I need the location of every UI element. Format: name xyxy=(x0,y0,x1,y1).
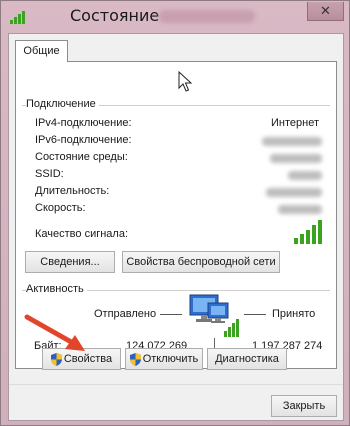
ssid-label: SSID: xyxy=(35,168,64,180)
sent-label: Отправлено xyxy=(94,308,157,320)
blurred-connection-name xyxy=(159,10,255,23)
wireless-properties-button[interactable]: Свойства беспроводной сети xyxy=(122,251,280,273)
media-state-label: Состояние среды: xyxy=(35,151,128,163)
network-computers-icon xyxy=(189,294,239,337)
details-button[interactable]: Сведения... xyxy=(25,251,115,273)
duration-label: Длительность: xyxy=(35,185,110,197)
ssid-value-blurred xyxy=(288,171,322,180)
diagnose-button[interactable]: Диагностика xyxy=(207,348,287,370)
connection-section-title: Подключение xyxy=(26,98,99,110)
title-close-button[interactable]: ✕ xyxy=(307,2,344,21)
signal-strength-icon xyxy=(294,220,322,244)
uac-shield-icon xyxy=(129,352,141,366)
received-line xyxy=(244,314,266,315)
disable-button[interactable]: Отключить xyxy=(125,348,203,370)
annotation-arrow-icon xyxy=(24,314,85,351)
ipv4-value: Интернет xyxy=(271,117,319,129)
signal-quality-label: Качество сигнала: xyxy=(35,228,129,240)
window-title: Состояние - xyxy=(70,6,171,25)
speed-value-blurred xyxy=(278,205,322,214)
activity-section-title: Активность xyxy=(26,283,87,295)
wireless-signal-icon xyxy=(10,11,25,24)
received-label: Принято xyxy=(272,308,316,320)
speed-label: Скорость: xyxy=(35,202,86,214)
dialog-window: Состояние - ✕ Общие Подключение IPv4-под… xyxy=(0,0,350,426)
duration-value-blurred xyxy=(266,188,322,197)
footer-divider xyxy=(9,384,343,385)
disable-button-label: Отключить xyxy=(142,353,199,365)
media-state-value-blurred xyxy=(270,154,322,163)
close-button[interactable]: Закрыть xyxy=(271,395,337,417)
mouse-cursor-icon xyxy=(178,71,193,92)
tab-general[interactable]: Общие xyxy=(15,40,68,62)
ipv6-label: IPv6-подключение: xyxy=(35,134,132,146)
ipv6-value-blurred xyxy=(262,137,322,146)
sent-line xyxy=(160,314,182,315)
dialog-client-area: Общие Подключение IPv4-подключение: Инте… xyxy=(8,33,344,421)
ipv4-label: IPv4-подключение: xyxy=(35,117,132,129)
